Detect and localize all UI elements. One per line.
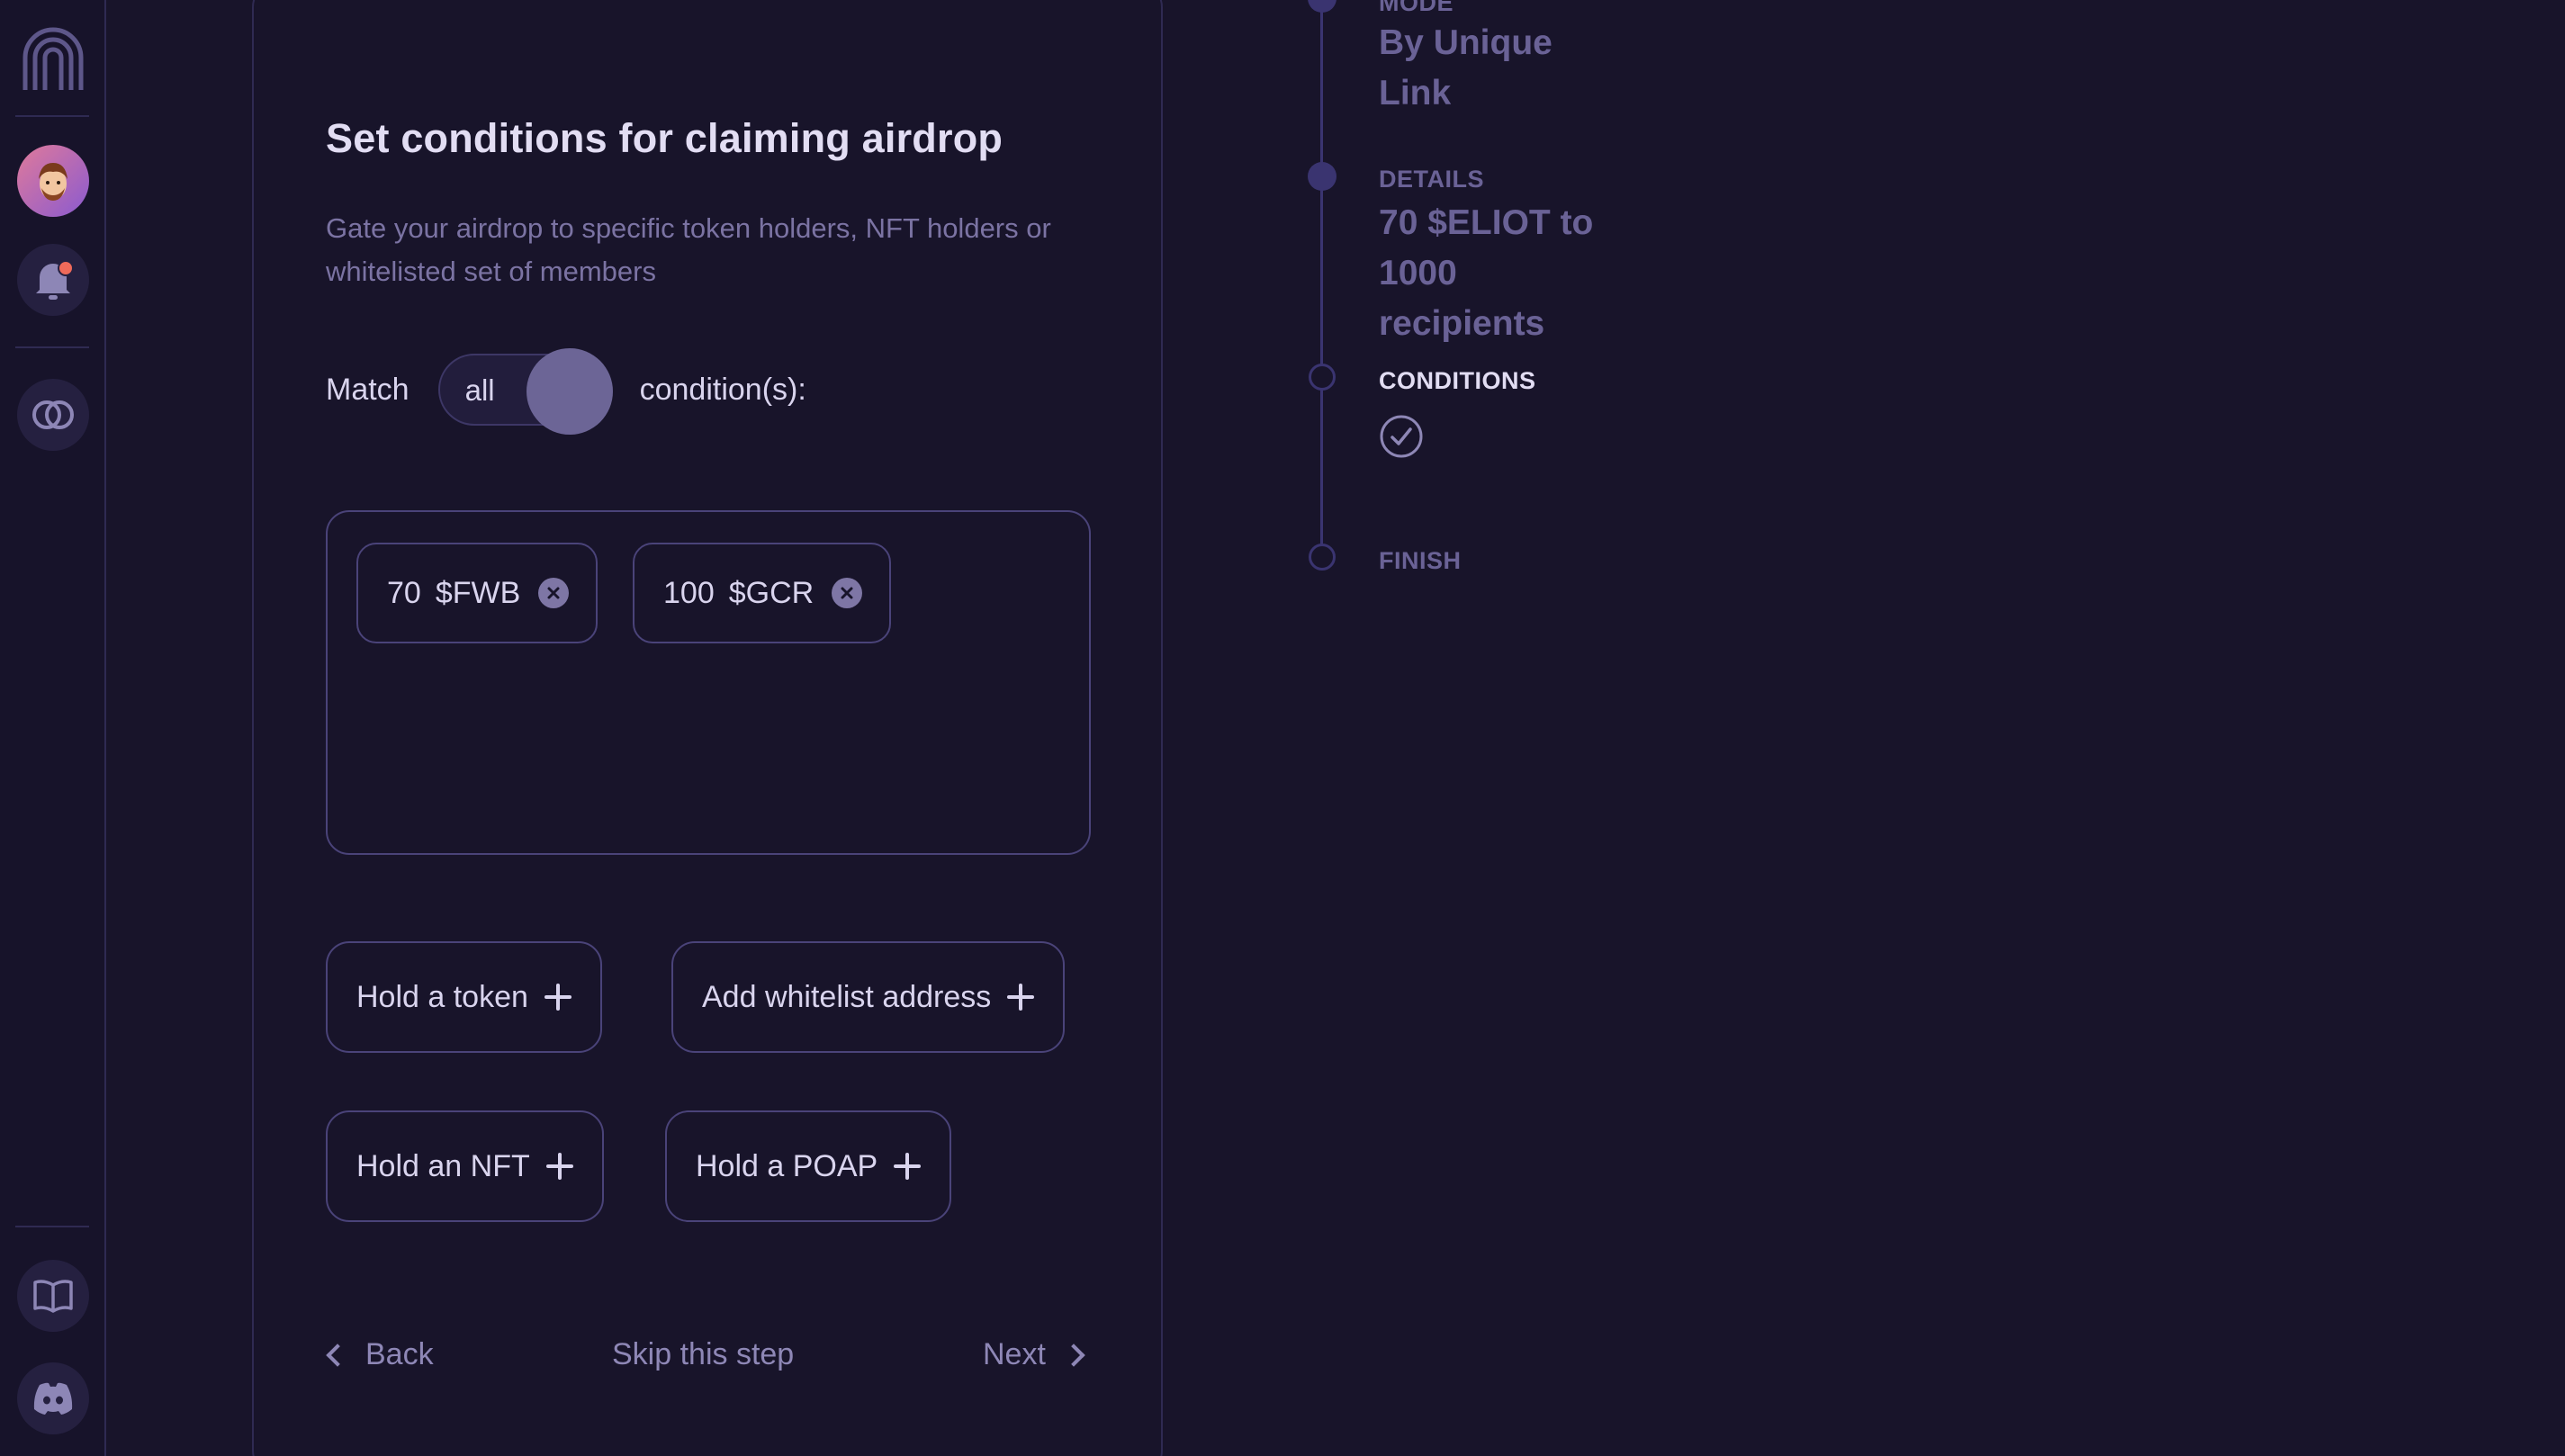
- avatar[interactable]: [17, 145, 89, 217]
- match-row: Match all condition(s):: [326, 348, 806, 435]
- sidebar-separator: [15, 346, 89, 348]
- discord-button[interactable]: [17, 1362, 89, 1434]
- next-button[interactable]: Next: [983, 1337, 1085, 1372]
- sidebar: [0, 0, 106, 1456]
- arch-logo-icon[interactable]: [20, 23, 86, 92]
- user-avatar-icon: [39, 163, 68, 201]
- plus-icon: [892, 1151, 922, 1182]
- plus-icon: [543, 982, 573, 1012]
- plus-icon: [1005, 982, 1036, 1012]
- discord-icon: [33, 1382, 73, 1415]
- step-value-line: Link: [1379, 74, 1452, 112]
- add-whitelist-button[interactable]: Add whitelist address: [671, 941, 1066, 1053]
- step-value-line: By Unique: [1379, 23, 1552, 62]
- step-dot-finish: [1309, 544, 1336, 571]
- page-title: Set conditions for claiming airdrop: [326, 115, 1004, 161]
- chip-amount: 100: [663, 575, 715, 610]
- skip-step-button[interactable]: Skip this step: [612, 1337, 794, 1372]
- condition-chip[interactable]: 70 $FWB: [356, 543, 598, 643]
- step-value-line: recipients: [1379, 304, 1545, 343]
- back-label: Back: [365, 1337, 434, 1371]
- step-label-mode: MODE: [1379, 0, 1454, 16]
- sidebar-separator: [15, 115, 89, 117]
- next-label: Next: [983, 1337, 1046, 1371]
- add-whitelist-label: Add whitelist address: [702, 979, 992, 1014]
- hold-token-label: Hold a token: [356, 979, 528, 1014]
- rings-icon: [32, 400, 74, 429]
- step-value-mode: By Unique Link: [1379, 18, 1552, 119]
- match-label: Match: [326, 372, 410, 407]
- step-label-finish: FINISH: [1379, 547, 1462, 574]
- hold-nft-button[interactable]: Hold an NFT: [326, 1110, 604, 1222]
- conditions-box: 70 $FWB 100 $GCR: [326, 510, 1091, 855]
- hold-token-button[interactable]: Hold a token: [326, 941, 602, 1053]
- explore-button[interactable]: [17, 379, 89, 451]
- chevron-right-icon: [1062, 1343, 1085, 1367]
- remove-chip-icon[interactable]: [538, 578, 570, 608]
- docs-button[interactable]: [17, 1260, 89, 1332]
- stepper-line: [1320, 0, 1323, 560]
- notifications-button[interactable]: [17, 244, 89, 316]
- match-mode-toggle[interactable]: all: [437, 348, 613, 435]
- back-button[interactable]: Back: [326, 1337, 434, 1372]
- check-circle-icon: [1380, 415, 1423, 458]
- remove-chip-icon[interactable]: [832, 578, 863, 608]
- step-label-conditions: CONDITIONS: [1379, 367, 1536, 394]
- step-value-line: 1000: [1379, 254, 1457, 292]
- step-value-line: 70 $ELIOT to: [1379, 203, 1594, 242]
- step-dot-details: [1308, 162, 1336, 191]
- step-label-details: DETAILS: [1379, 166, 1484, 193]
- bell-icon: [36, 260, 74, 300]
- condition-chip[interactable]: 100 $GCR: [633, 543, 892, 643]
- hold-poap-button[interactable]: Hold a POAP: [665, 1110, 952, 1222]
- toggle-knob[interactable]: [526, 348, 613, 435]
- plus-icon: [544, 1151, 575, 1182]
- chip-amount: 70: [387, 575, 421, 610]
- sidebar-separator: [15, 1226, 89, 1227]
- chip-symbol: $FWB: [435, 575, 521, 610]
- step-dot-conditions: [1309, 364, 1336, 391]
- hold-poap-label: Hold a POAP: [696, 1148, 878, 1183]
- conditions-suffix-label: condition(s):: [639, 372, 806, 407]
- step-value-details: 70 $ELIOT to 1000 recipients: [1379, 198, 1593, 349]
- book-icon: [33, 1280, 73, 1313]
- chevron-left-icon: [326, 1343, 349, 1367]
- page-subtitle: Gate your airdrop to specific token hold…: [326, 212, 1051, 287]
- chip-symbol: $GCR: [728, 575, 814, 610]
- hold-nft-label: Hold an NFT: [356, 1148, 530, 1183]
- step-dot-mode: [1308, 0, 1336, 13]
- skip-label: Skip this step: [612, 1337, 795, 1371]
- toggle-value: all: [464, 373, 495, 407]
